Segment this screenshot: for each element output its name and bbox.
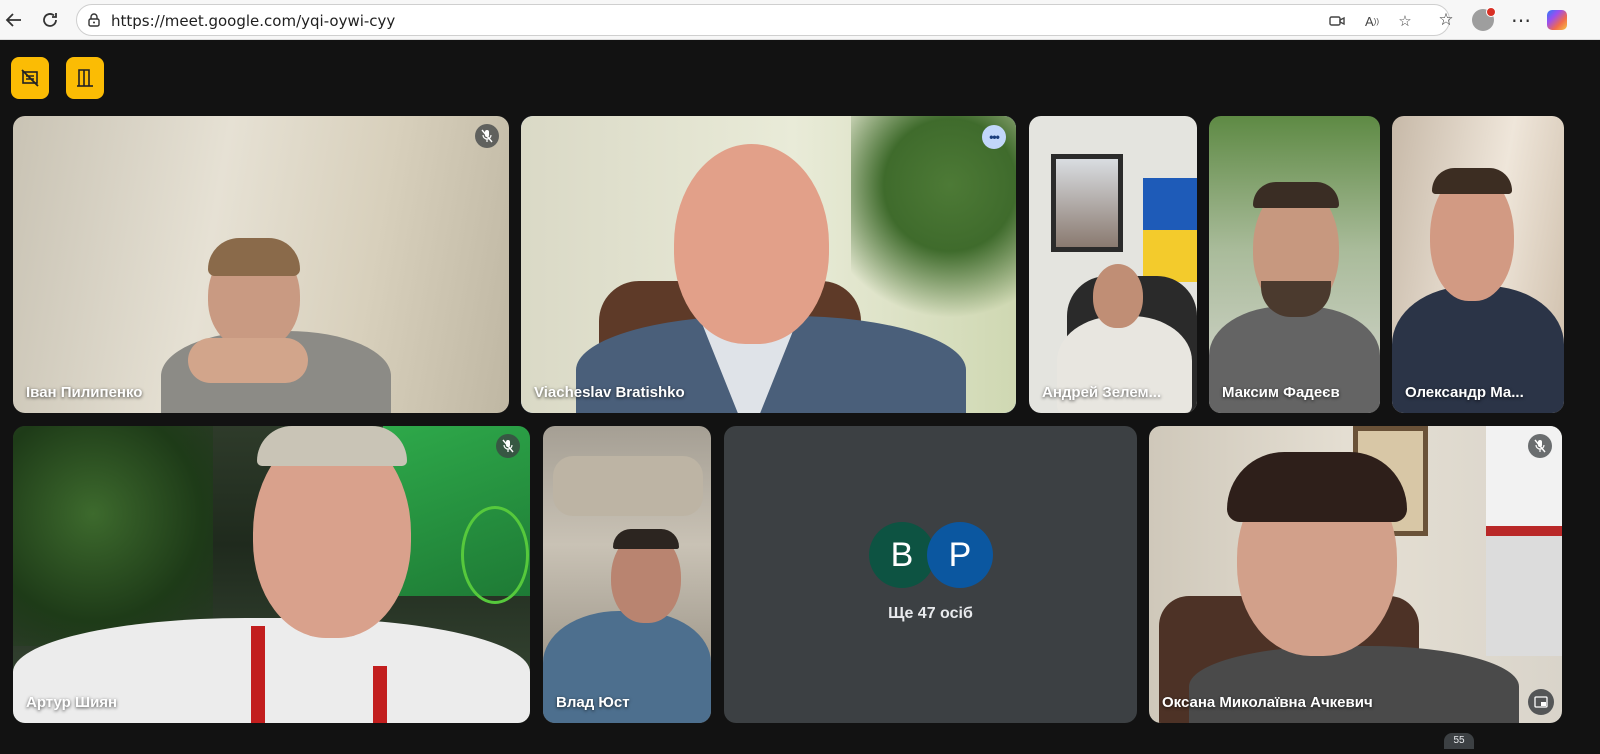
picture-in-picture-button[interactable] xyxy=(1528,689,1554,715)
participant-tile-maksym[interactable]: Максим Фадеєв xyxy=(1209,116,1380,413)
participant-name: Viacheslav Bratishko xyxy=(534,384,685,401)
participant-tile-artur[interactable]: Артур Шиян xyxy=(13,426,530,723)
participant-name: Максим Фадеєв xyxy=(1222,384,1340,401)
participant-name: Андрей Зелем... xyxy=(1042,384,1162,401)
more-options-icon[interactable]: ⋯ xyxy=(1509,8,1533,32)
participant-name: Влад Юст xyxy=(556,694,630,711)
others-count-label: Ще 47 осіб xyxy=(888,605,973,622)
participant-tile-ivan[interactable]: Іван Пилипенко xyxy=(13,116,509,413)
pip-icon xyxy=(1534,696,1548,708)
flag-blue xyxy=(1143,178,1197,230)
plant-foliage xyxy=(851,116,1016,346)
others-tile[interactable]: B P Ще 47 осіб xyxy=(724,426,1137,723)
avatar-letter: P xyxy=(948,535,972,574)
green-lamp xyxy=(461,506,529,604)
participant-tile-vlad[interactable]: Влад Юст xyxy=(543,426,711,723)
star-icon[interactable]: ☆ xyxy=(1395,11,1415,31)
mic-off-icon xyxy=(1528,434,1552,458)
mic-off-icon xyxy=(496,434,520,458)
browser-toolbar: https://meet.google.com/yqi-oywi-cyy A))… xyxy=(0,0,1600,40)
read-aloud-icon[interactable]: A)) xyxy=(1362,11,1382,31)
url-text[interactable]: https://meet.google.com/yqi-oywi-cyy xyxy=(111,12,395,30)
flag-yellow xyxy=(1143,230,1197,282)
scroll-badge[interactable]: 55 xyxy=(1444,733,1474,749)
copilot-icon[interactable] xyxy=(1545,8,1569,32)
avatar-p: P xyxy=(927,522,993,588)
participant-name: Іван Пилипенко xyxy=(26,384,143,401)
lock-icon[interactable] xyxy=(86,12,102,28)
avatar-b: B xyxy=(869,522,935,588)
participant-tile-andrei[interactable]: Андрей Зелем... xyxy=(1029,116,1197,413)
more-options-button[interactable]: ••• xyxy=(982,125,1006,149)
tree-foliage xyxy=(13,426,213,646)
camera-icon[interactable] xyxy=(1327,11,1347,31)
profile-avatar-icon[interactable] xyxy=(1471,7,1496,32)
participant-tile-viacheslav[interactable]: ••• Viacheslav Bratishko xyxy=(521,116,1016,413)
reload-icon[interactable] xyxy=(38,8,62,32)
participant-name: Оксана Миколаївна Ачкевич xyxy=(1162,694,1373,711)
wall-calendar-lower xyxy=(1486,526,1562,656)
back-arrow-icon[interactable] xyxy=(2,8,26,32)
participant-name: Артур Шиян xyxy=(26,694,118,711)
avatar-letter: B xyxy=(890,535,914,574)
leave-room-button[interactable] xyxy=(66,57,104,99)
participant-tile-oleksandr[interactable]: Олександр Ма... xyxy=(1392,116,1564,413)
wall-picture xyxy=(1051,154,1123,252)
mic-off-icon xyxy=(475,124,499,148)
car-ceiling xyxy=(553,456,703,516)
present-off-icon xyxy=(21,69,39,87)
favorites-icon[interactable]: ☆ xyxy=(1434,8,1458,32)
present-off-button[interactable] xyxy=(11,57,49,99)
participant-tile-oksana[interactable]: Оксана Миколаївна Ачкевич xyxy=(1149,426,1562,723)
door-exit-icon xyxy=(77,69,93,87)
participant-name: Олександр Ма... xyxy=(1405,384,1524,401)
ellipsis-icon: ••• xyxy=(989,130,1000,144)
address-bar[interactable]: https://meet.google.com/yqi-oywi-cyy A))… xyxy=(76,4,1450,36)
